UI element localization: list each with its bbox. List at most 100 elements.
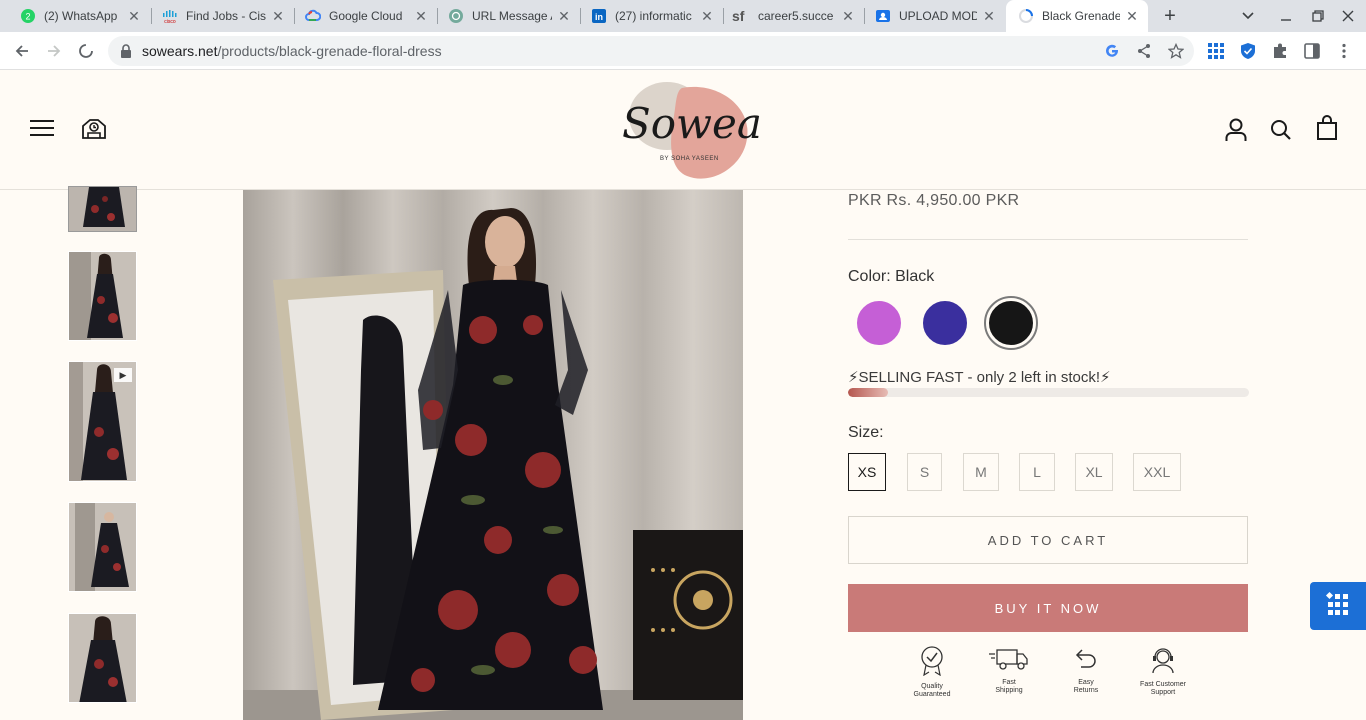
- stock-message: ⚡SELLING FAST - only 2 left in stock!⚡: [848, 369, 1111, 386]
- tab-title: (2) WhatsApp: [44, 9, 118, 23]
- extension-grid-icon[interactable]: [1207, 42, 1225, 60]
- color-label: Color: Black: [848, 268, 935, 285]
- tab-close-icon[interactable]: ✕: [413, 8, 429, 24]
- account-user-icon[interactable]: [1225, 118, 1247, 142]
- color-swatch-purple[interactable]: [852, 296, 906, 350]
- logo-subtext: BY SOHA YASEEN: [660, 156, 719, 162]
- browser-tab-bar: 2 (2) WhatsApp ✕ cisco Find Jobs - Cis ✕…: [0, 0, 1366, 32]
- forward-arrow-icon[interactable]: [42, 39, 66, 63]
- sowears-logo[interactable]: Sowears BY SOHA YASEEN: [612, 76, 804, 184]
- size-option-xxl[interactable]: XXL: [1133, 453, 1181, 491]
- tab-whatsapp[interactable]: 2 (2) WhatsApp ✕: [0, 0, 150, 32]
- return-arrow-icon: [1073, 646, 1099, 677]
- tab-url-message[interactable]: URL Message A ✕: [438, 0, 580, 32]
- badge-support: Fast Customer Support: [1123, 646, 1203, 697]
- tab-title: (27) informatic: [615, 9, 692, 23]
- product-price: PKR Rs. 4,950.00 PKR: [848, 192, 1020, 209]
- tab-search-chevron-icon[interactable]: [1238, 6, 1258, 26]
- svg-text:sf: sf: [732, 8, 745, 24]
- divider: [848, 239, 1248, 240]
- size-option-xl[interactable]: XL: [1075, 453, 1113, 491]
- tab-google-cloud[interactable]: Google Cloud ✕: [295, 0, 437, 32]
- successfactors-icon: sf: [732, 8, 750, 24]
- badge-label: Easy Returns: [1073, 679, 1099, 694]
- badge-label: Fast Customer Support: [1140, 681, 1186, 696]
- product-main-image[interactable]: [243, 190, 743, 720]
- thumbnail-1[interactable]: [68, 186, 137, 232]
- tab-cisco-jobs[interactable]: cisco Find Jobs - Cis ✕: [152, 0, 294, 32]
- quality-badge-icon: [919, 646, 945, 681]
- stock-progress-fill: [848, 388, 889, 397]
- whatsapp-icon: 2: [20, 8, 36, 24]
- support-agent-icon: [1149, 646, 1177, 679]
- puzzle-extensions-icon[interactable]: [1271, 42, 1289, 60]
- stock-progress-bar: [848, 388, 1249, 397]
- shopping-bag-icon[interactable]: [1316, 115, 1338, 141]
- tab-upload[interactable]: UPLOAD MODI ✕: [865, 0, 1005, 32]
- hamburger-menu-icon[interactable]: [29, 118, 55, 138]
- google-lens-icon[interactable]: [1104, 43, 1120, 59]
- tab-close-icon[interactable]: ✕: [126, 8, 142, 24]
- thumbnail-2[interactable]: [68, 251, 137, 341]
- size-option-l[interactable]: L: [1019, 453, 1055, 491]
- thumbnail-4[interactable]: [68, 502, 137, 592]
- tab-close-icon[interactable]: ✕: [981, 8, 997, 24]
- tab-close-icon[interactable]: ✕: [556, 8, 572, 24]
- tab-title: Find Jobs - Cis: [186, 9, 266, 23]
- side-panel-icon[interactable]: [1303, 42, 1321, 60]
- badge-label: Quality Guaranteed: [913, 683, 951, 698]
- color-swatch-black[interactable]: [984, 296, 1038, 350]
- tab-title: UPLOAD MODI: [899, 9, 977, 23]
- buy-it-now-button[interactable]: BUY IT NOW: [848, 584, 1248, 632]
- back-arrow-icon[interactable]: [10, 39, 34, 63]
- restore-icon[interactable]: [1308, 6, 1328, 26]
- lock-icon[interactable]: [120, 44, 132, 58]
- openai-icon: [448, 8, 464, 24]
- kebab-menu-icon[interactable]: [1335, 42, 1353, 60]
- loading-icon: [1018, 8, 1034, 24]
- tab-black-grenade-active[interactable]: Black Grenade ✕: [1006, 0, 1148, 32]
- linkedin-icon: in: [591, 8, 607, 24]
- badge-label: Fast Shipping: [995, 679, 1023, 694]
- stop-loading-icon[interactable]: [74, 39, 98, 63]
- tab-title: URL Message A: [472, 9, 552, 23]
- size-option-xs[interactable]: XS: [848, 453, 886, 491]
- minimize-icon[interactable]: [1276, 6, 1296, 26]
- size-option-s[interactable]: S: [907, 453, 942, 491]
- url-text: sowears.net/products/black-grenade-flora…: [142, 43, 442, 59]
- delivery-tracking-icon[interactable]: [80, 114, 108, 142]
- tab-close-icon[interactable]: ✕: [270, 8, 286, 24]
- color-swatch-blue[interactable]: [918, 296, 972, 350]
- bookmark-star-icon[interactable]: [1168, 43, 1184, 59]
- tab-title: Google Cloud: [329, 9, 403, 23]
- badge-returns: Easy Returns: [1046, 646, 1126, 695]
- tab-close-icon[interactable]: ✕: [699, 8, 715, 24]
- tab-successfactors[interactable]: sf career5.succe ✕: [724, 0, 864, 32]
- tab-linkedin[interactable]: in (27) informatic ✕: [581, 0, 723, 32]
- address-bar[interactable]: sowears.net/products/black-grenade-flora…: [108, 36, 1194, 66]
- add-to-cart-button[interactable]: ADD TO CART: [848, 516, 1248, 564]
- svg-text:in: in: [595, 12, 603, 22]
- tab-close-icon[interactable]: ✕: [840, 8, 856, 24]
- site-header: Sowears BY SOHA YASEEN: [0, 70, 1366, 190]
- badge-shipping: Fast Shipping: [969, 646, 1049, 695]
- close-window-icon[interactable]: [1338, 6, 1358, 26]
- badge-quality: Quality Guaranteed: [892, 646, 972, 699]
- svg-text:2: 2: [25, 12, 30, 22]
- search-icon[interactable]: [1270, 119, 1292, 141]
- share-icon[interactable]: [1136, 43, 1152, 59]
- shield-icon[interactable]: [1239, 42, 1257, 60]
- size-label: Size:: [848, 424, 884, 441]
- thumbnail-5[interactable]: [68, 613, 137, 703]
- floating-widget-button[interactable]: [1310, 582, 1366, 630]
- floating-widget-icon: [1325, 591, 1351, 622]
- thumbnail-3-video[interactable]: ▶: [68, 361, 137, 482]
- cisco-icon: cisco: [162, 8, 178, 24]
- new-tab-button[interactable]: +: [1158, 4, 1182, 28]
- svg-text:cisco: cisco: [164, 19, 176, 24]
- size-option-m[interactable]: M: [963, 453, 999, 491]
- browser-toolbar: sowears.net/products/black-grenade-flora…: [0, 32, 1366, 70]
- video-play-icon: ▶: [114, 368, 132, 382]
- tab-close-icon[interactable]: ✕: [1124, 8, 1140, 24]
- truck-icon: [989, 646, 1029, 677]
